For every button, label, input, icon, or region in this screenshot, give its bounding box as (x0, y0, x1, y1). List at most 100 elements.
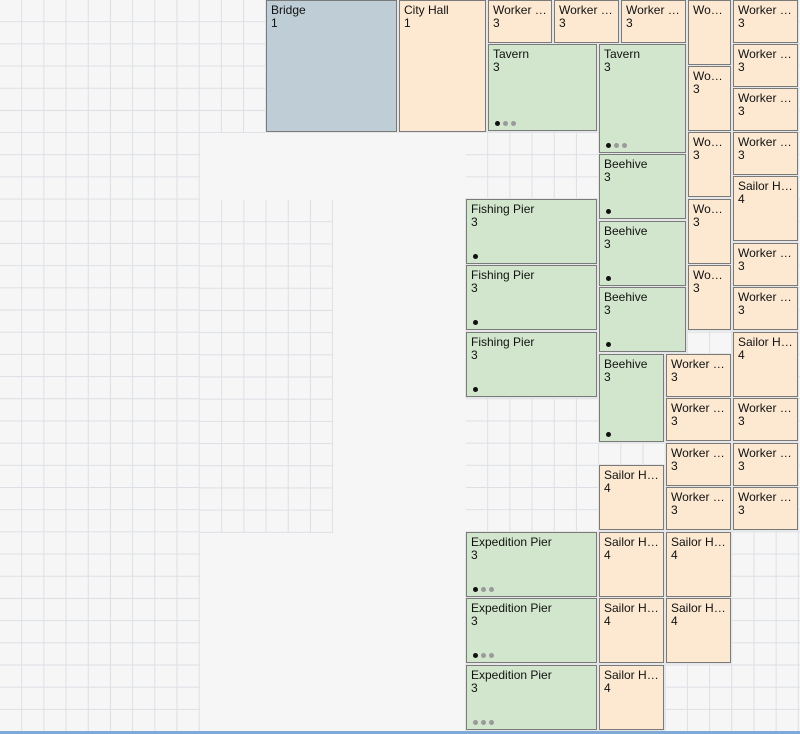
tile-name: Beehive (604, 291, 648, 304)
tile-sailor-house[interactable]: Sailor House4 (666, 532, 731, 597)
tile-fishing-pier[interactable]: Fishing Pier 3 (466, 199, 597, 264)
tile-name: Worker House (671, 402, 726, 415)
tile-level: 3 (471, 215, 478, 229)
tile-tavern[interactable]: Tavern 3 (599, 44, 686, 153)
tile-name: Fishing Pier (471, 203, 535, 216)
tile-worker-house[interactable]: Worker House3 (733, 443, 798, 486)
tile-level: 3 (626, 16, 633, 30)
tile-name: Sailor House (604, 469, 659, 482)
occupancy-dots (473, 587, 494, 592)
tile-sailor-house[interactable]: Sailor House4 (599, 665, 664, 730)
tile-worker-house[interactable]: Worker House3 (733, 0, 798, 43)
occupancy-dots (495, 121, 516, 126)
tile-name: Worker House (738, 92, 793, 105)
tile-fishing-pier[interactable]: Fishing Pier 3 (466, 265, 597, 330)
occupancy-dots (473, 320, 478, 325)
tile-bridge[interactable]: Bridge 1 (266, 0, 397, 132)
occupancy-dots (473, 254, 478, 259)
tile-worker-house[interactable]: Worker House3 (666, 398, 731, 441)
tile-sailor-house[interactable]: Sailor House4 (666, 598, 731, 663)
tile-name: Worker House (671, 447, 726, 460)
tile-beehive[interactable]: Beehive 3 (599, 354, 664, 442)
tile-level: 3 (493, 16, 500, 30)
tile-worker-house[interactable]: Worker House3 (733, 287, 798, 330)
tile-beehive[interactable]: Beehive 3 (599, 287, 686, 352)
tile-name: Sailor House (738, 180, 793, 193)
tile-name: Worker House (693, 4, 726, 17)
occupancy-dots (473, 387, 478, 392)
tile-worker-house[interactable]: Worker House3 (688, 132, 731, 197)
tile-name: Sailor House (671, 602, 726, 615)
tile-name: Beehive (604, 358, 648, 371)
tile-level: 4 (738, 348, 745, 362)
tile-level: 4 (738, 192, 745, 206)
tile-worker-house[interactable]: Worker House3 (688, 199, 731, 264)
tile-level: 4 (671, 548, 678, 562)
empty-dot-icon (481, 720, 486, 725)
tile-name: City Hall (404, 4, 449, 17)
filled-dot-icon (495, 121, 500, 126)
tile-sailor-house[interactable]: Sailor House4 (599, 532, 664, 597)
tile-fishing-pier[interactable]: Fishing Pier 3 (466, 332, 597, 397)
tile-name: Sailor House (671, 536, 726, 549)
tile-name: Tavern (493, 48, 530, 61)
tile-name: Worker House (626, 4, 681, 17)
empty-dot-icon (489, 720, 494, 725)
filled-dot-icon (473, 653, 478, 658)
tile-name: Fishing Pier (471, 269, 535, 282)
tile-level: 3 (738, 503, 745, 517)
tile-name: Worker House (738, 447, 793, 460)
tile-worker-house[interactable]: Worker House3 (733, 243, 798, 286)
occupancy-dots (606, 342, 611, 347)
tile-tavern[interactable]: Tavern 3 (488, 44, 597, 131)
tile-level: 4 (671, 614, 678, 628)
tile-worker-house[interactable]: Worker House3 (733, 44, 798, 87)
tile-worker-house[interactable]: Worker House3 (688, 66, 731, 131)
filled-dot-icon (606, 143, 611, 148)
tile-level: 3 (693, 281, 700, 295)
tile-worker-house[interactable]: Worker House3 (733, 132, 798, 175)
tile-level: 3 (604, 60, 611, 74)
tile-level: 3 (671, 503, 678, 517)
tile-sailor-house[interactable]: Sailor House4 (599, 465, 664, 530)
occupancy-dots (606, 209, 611, 214)
tile-sailor-house[interactable]: Sailor House4 (733, 176, 798, 241)
tile-worker-house[interactable]: Worker House3 (688, 265, 731, 330)
tile-worker-house[interactable]: Worker House3 (666, 354, 731, 397)
tile-expedition-pier[interactable]: Expedition Pier 3 (466, 598, 597, 663)
tile-worker-house[interactable]: Worker House3 (666, 487, 731, 530)
tile-expedition-pier[interactable]: Expedition Pier 3 (466, 532, 597, 597)
tile-name: Worker House (738, 136, 793, 149)
tile-level: 3 (738, 259, 745, 273)
tile-name: Worker House (559, 4, 614, 17)
tile-worker-house[interactable]: Worker House3 (733, 398, 798, 441)
tile-worker-house[interactable]: Worker House3 (621, 0, 686, 43)
tile-level: 4 (604, 481, 611, 495)
tile-name: Worker House (738, 247, 793, 260)
tile-beehive[interactable]: Beehive 3 (599, 154, 686, 219)
tile-city-hall[interactable]: City Hall 1 (399, 0, 486, 132)
tile-level: 3 (559, 16, 566, 30)
filled-dot-icon (606, 342, 611, 347)
occupancy-dots (606, 432, 611, 437)
tile-name: Bridge (271, 4, 306, 17)
grid-region-left (0, 133, 200, 734)
tile-sailor-house[interactable]: Sailor House4 (733, 332, 798, 397)
tile-name: Worker House (738, 4, 793, 17)
tile-worker-house[interactable]: Worker House (688, 0, 731, 65)
filled-dot-icon (473, 587, 478, 592)
tile-name: Beehive (604, 225, 648, 238)
tile-sailor-house[interactable]: Sailor House4 (599, 598, 664, 663)
tile-beehive[interactable]: Beehive 3 (599, 221, 686, 286)
tile-level: 3 (693, 148, 700, 162)
empty-dot-icon (489, 587, 494, 592)
tile-level: 3 (604, 170, 611, 184)
tile-worker-house[interactable]: Worker House3 (733, 487, 798, 530)
tile-worker-house[interactable]: Worker House3 (733, 88, 798, 131)
tile-level: 1 (271, 16, 278, 30)
tile-worker-house[interactable]: Worker House3 (666, 443, 731, 486)
tile-worker-house[interactable]: Worker House3 (554, 0, 619, 43)
tile-worker-house[interactable]: Worker House3 (488, 0, 552, 43)
filled-dot-icon (473, 387, 478, 392)
tile-expedition-pier[interactable]: Expedition Pier 3 (466, 665, 597, 730)
